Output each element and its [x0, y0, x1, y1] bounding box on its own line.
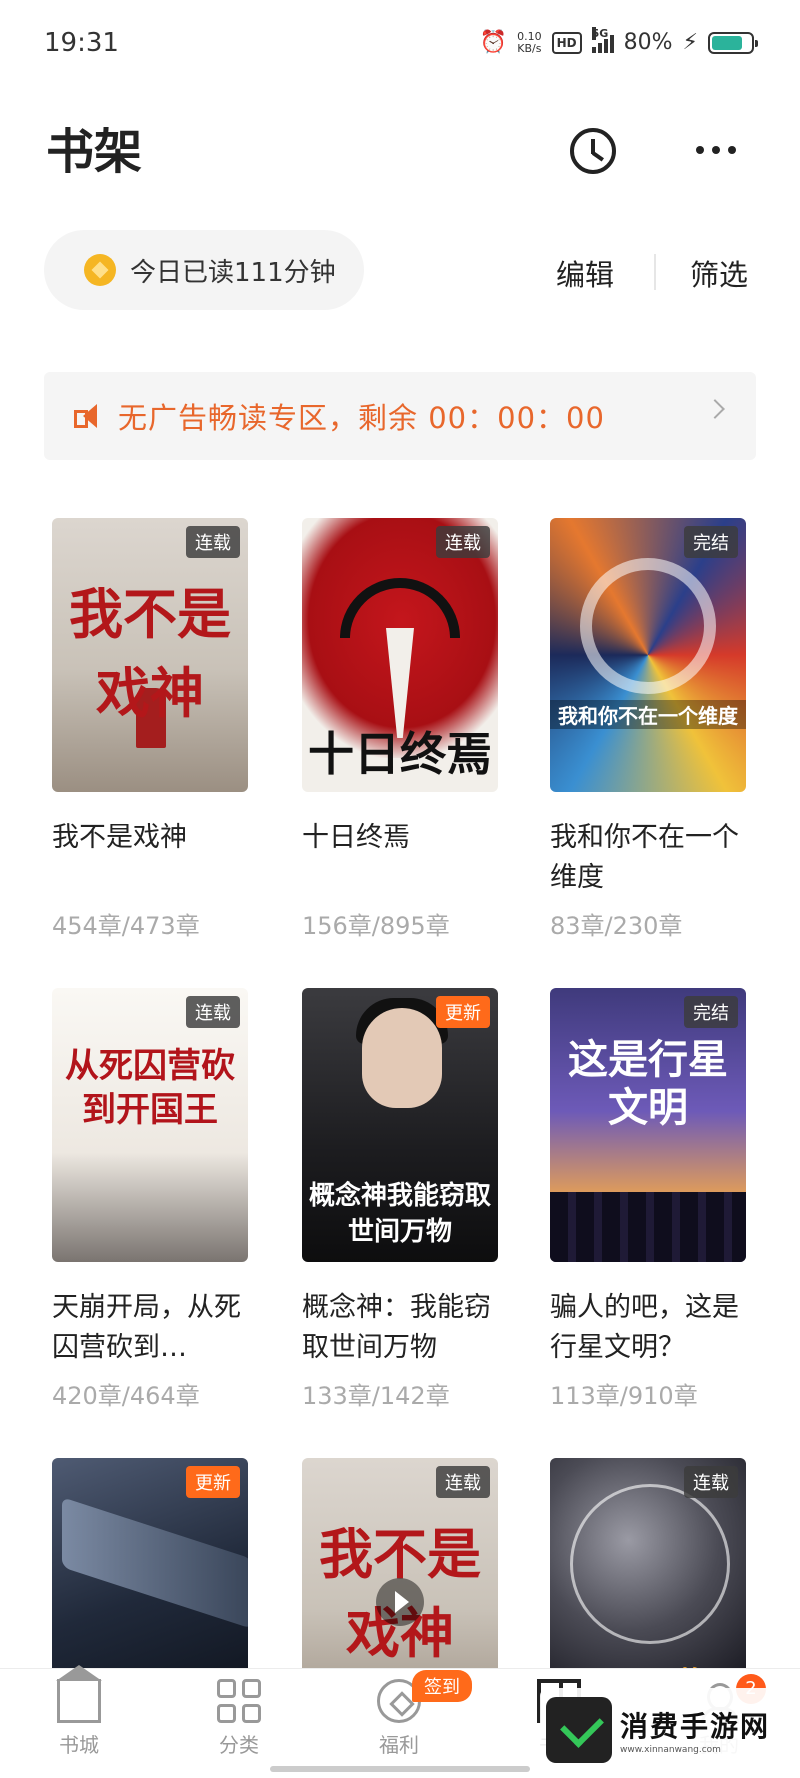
- today-reading-pill[interactable]: 今日已读111分钟: [44, 230, 364, 310]
- watermark-text: 消费手游网: [620, 1710, 771, 1743]
- coin-icon: [84, 254, 116, 286]
- book-title: 我和你不在一个维度: [550, 822, 739, 893]
- book-progress: 454章/473章: [52, 912, 200, 940]
- alarm-icon: ⏰: [479, 30, 508, 55]
- today-reading-text: 今日已读111分钟: [130, 257, 336, 288]
- book-progress: 113章/910章: [550, 1382, 698, 1410]
- play-icon[interactable]: [376, 1578, 424, 1626]
- book-progress: 83章/230章: [550, 912, 683, 940]
- hd-icon: HD: [551, 31, 582, 54]
- book-title: 我不是戏神: [52, 822, 187, 853]
- nav-item-category[interactable]: 分类: [194, 1679, 284, 1758]
- nav-item-bookstore[interactable]: 书城: [34, 1665, 124, 1758]
- book-cover[interactable]: 十日终焉 连载: [302, 518, 498, 792]
- book-cover[interactable]: 我不是戏神 连载: [52, 518, 248, 792]
- signal-icon: 5G: [591, 26, 614, 53]
- book-progress: 420章/464章: [52, 1382, 200, 1410]
- status-badge: 连载: [186, 996, 240, 1028]
- edit-button[interactable]: 编辑: [556, 252, 614, 294]
- status-badge: 连载: [436, 1466, 490, 1498]
- book-cover[interactable]: 从死囚营砍到开国王 连载: [52, 988, 248, 1262]
- speaker-icon: [72, 401, 106, 431]
- battery-icon: [708, 31, 758, 54]
- status-badge: 连载: [186, 526, 240, 558]
- watermark: 消费手游网 www.xinnanwang.com: [540, 1688, 792, 1772]
- status-badge: 更新: [436, 996, 490, 1028]
- book-title: 概念神：我能窃取世间万物: [302, 1292, 491, 1363]
- status-time: 19:31: [44, 28, 119, 58]
- more-options-icon[interactable]: [696, 146, 736, 154]
- status-badge: 连载: [684, 1466, 738, 1498]
- book-progress: 156章/895章: [302, 912, 450, 940]
- grid-icon: [217, 1679, 261, 1723]
- book-progress: 133章/142章: [302, 1382, 450, 1410]
- book-cover[interactable]: 这是行星文明 完结: [550, 988, 746, 1262]
- book-cover[interactable]: 我和你不在一个维度 完结: [550, 518, 746, 792]
- page-title: 书架: [46, 124, 143, 180]
- status-badge: 连载: [436, 526, 490, 558]
- ad-free-banner[interactable]: 无广告畅读专区，剩余 00：00：00: [44, 372, 756, 460]
- status-badge: 完结: [684, 526, 738, 558]
- book-cover[interactable]: 概念神我能窃取世间万物 更新: [302, 988, 498, 1262]
- home-indicator: [270, 1766, 530, 1772]
- net-speed: 0.10 KB/s: [517, 29, 542, 55]
- status-icons: ⏰ 0.10 KB/s HD 5G 80% ⚡: [479, 26, 758, 55]
- ad-free-text: 无广告畅读专区，剩余 00：00：00: [118, 401, 605, 435]
- book-title: 天崩开局，从死囚营砍到…: [52, 1292, 241, 1363]
- charging-icon: ⚡: [682, 30, 698, 55]
- book-title: 十日终焉: [302, 822, 410, 853]
- chevron-right-icon: [705, 399, 725, 419]
- home-icon: [56, 1665, 102, 1723]
- history-clock-icon[interactable]: [570, 128, 616, 174]
- watermark-url: www.xinnanwang.com: [620, 1745, 721, 1755]
- divider: [654, 254, 656, 290]
- status-badge: 完结: [684, 996, 738, 1028]
- checkin-badge[interactable]: 签到: [412, 1670, 472, 1702]
- status-badge: 更新: [186, 1466, 240, 1498]
- book-title: 骗人的吧，这是行星文明？: [550, 1292, 739, 1363]
- filter-button[interactable]: 筛选: [690, 252, 748, 294]
- battery-percent: 80%: [623, 30, 673, 55]
- status-bar: 19:31 ⏰ 0.10 KB/s HD 5G 80% ⚡: [0, 0, 800, 90]
- watermark-logo-icon: [546, 1697, 612, 1763]
